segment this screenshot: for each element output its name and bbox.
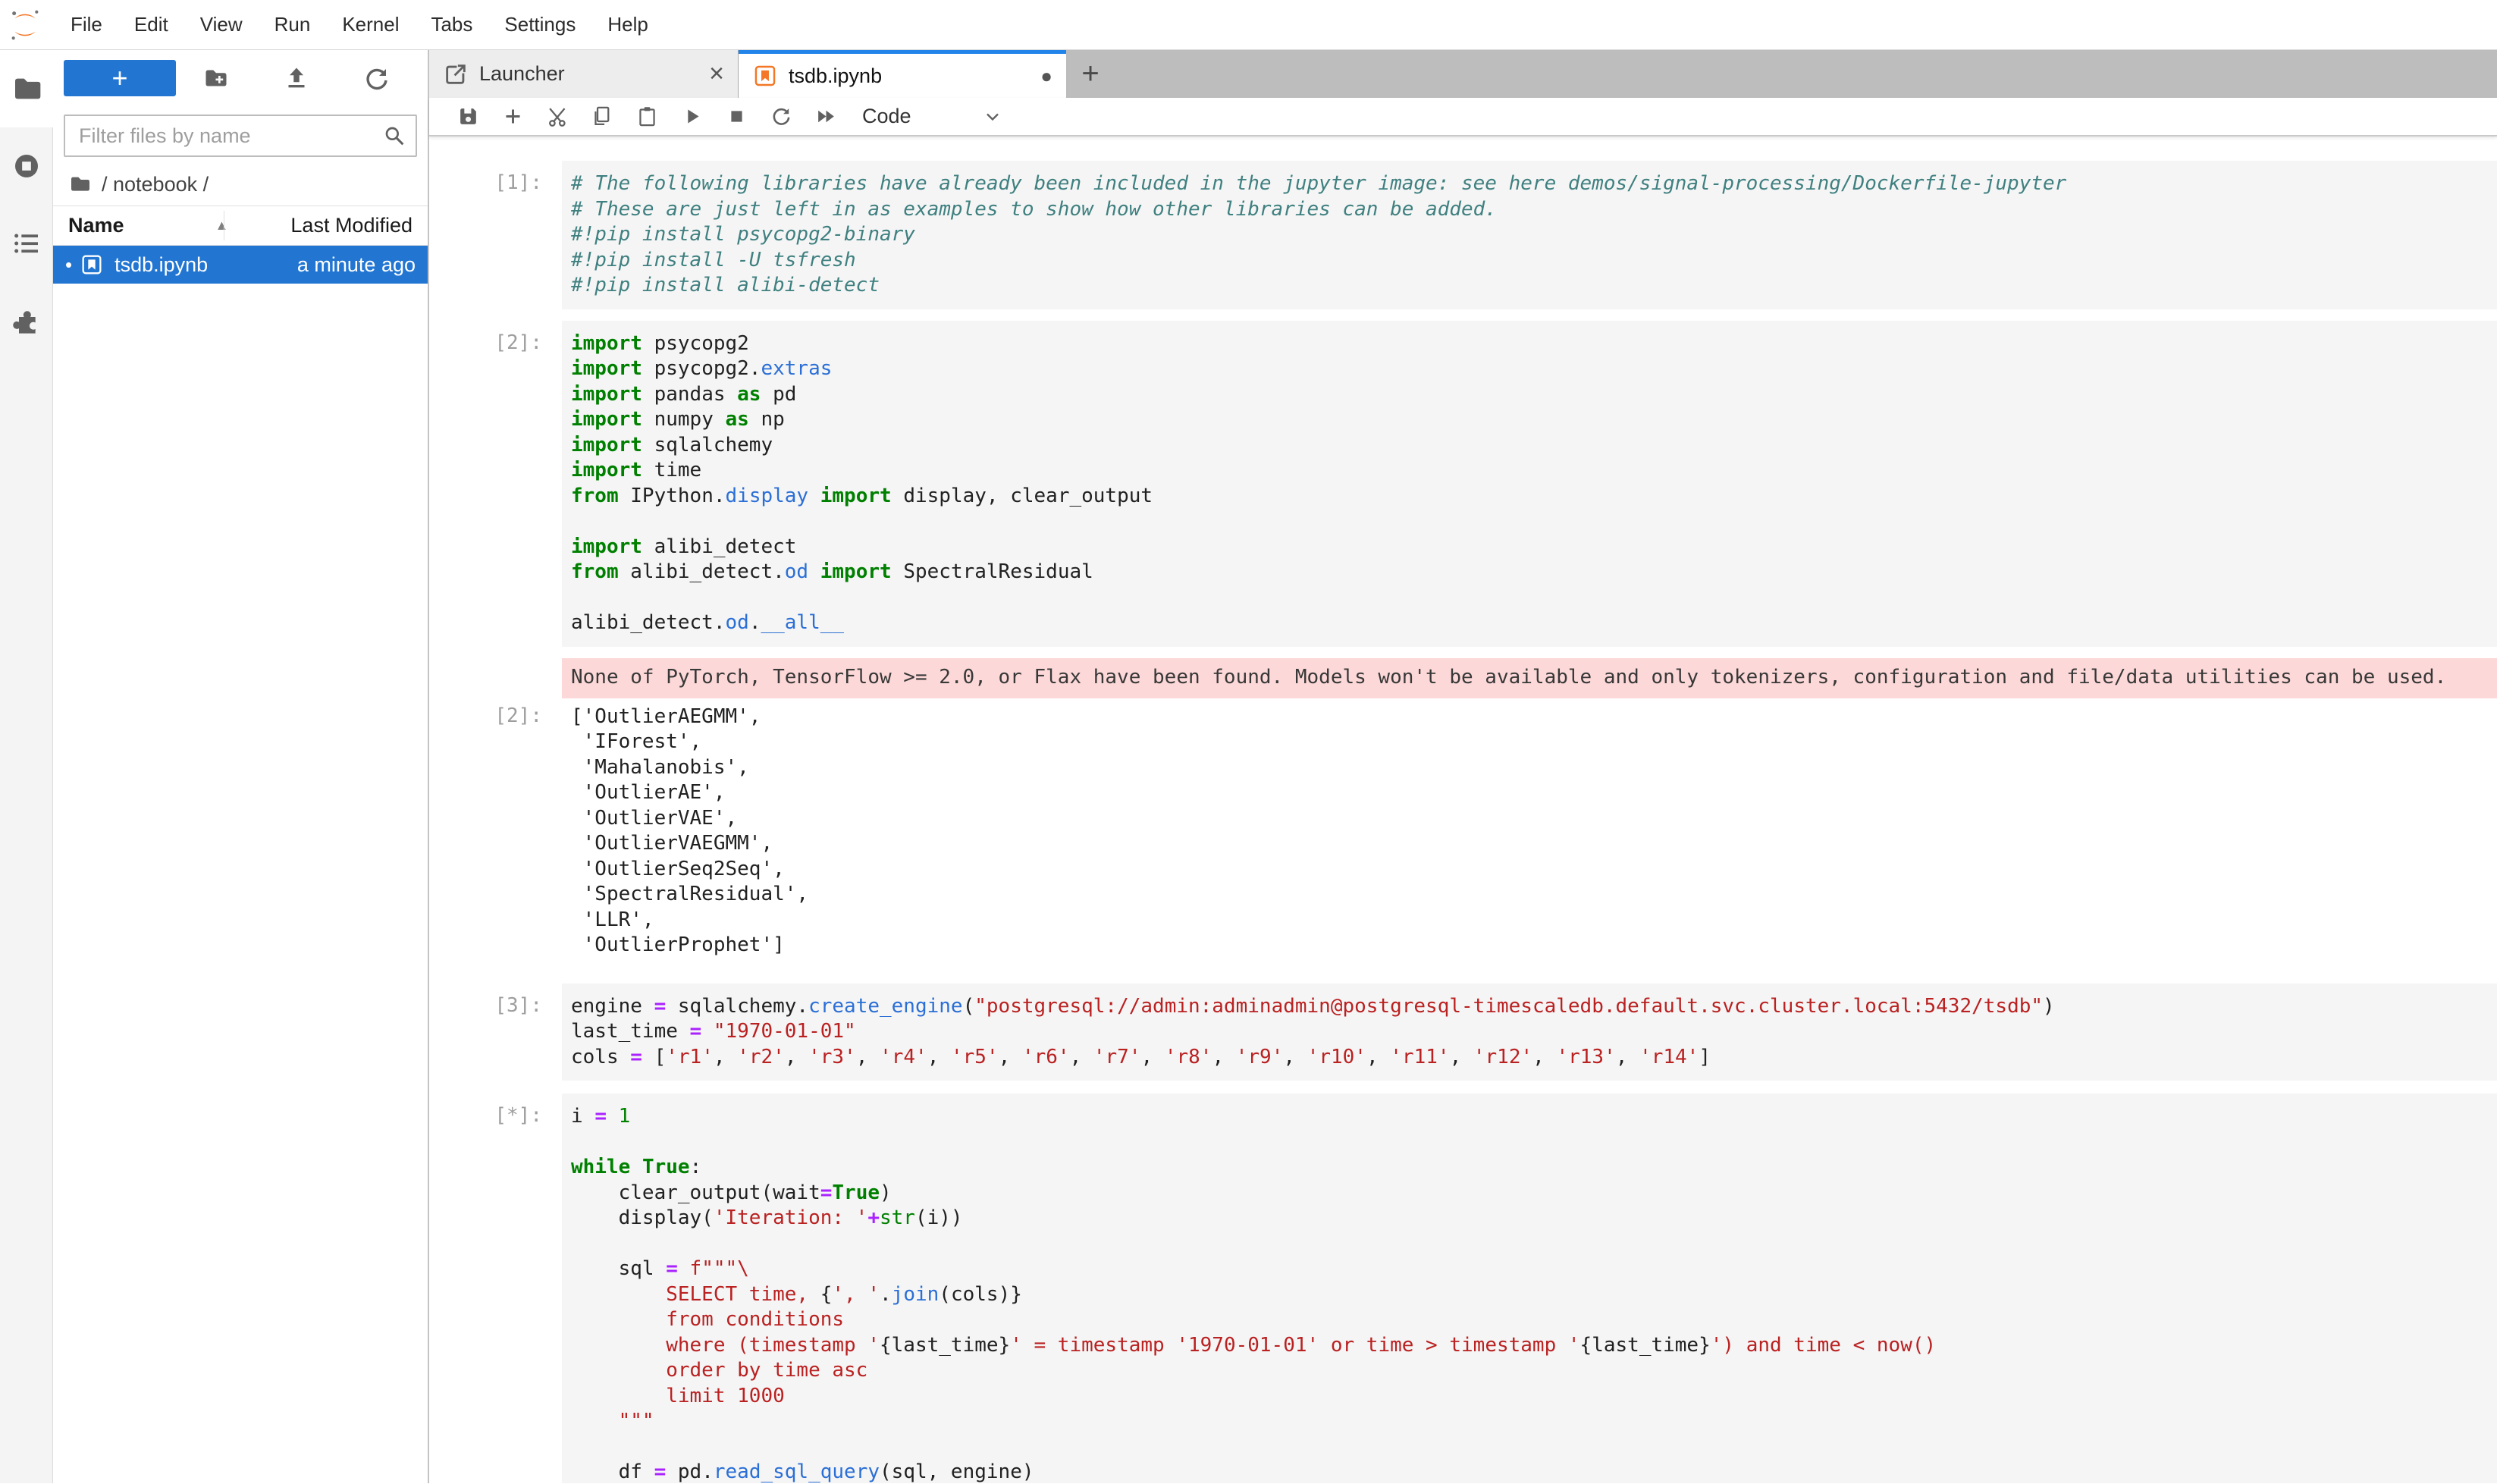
code-cell[interactable]: [3]:engine = sqlalchemy.create_engine("p… bbox=[429, 984, 2497, 1081]
file-listing-header: Name ▲ Last Modified bbox=[53, 206, 428, 246]
menu-item-settings[interactable]: Settings bbox=[488, 13, 591, 36]
running-indicator-dot: • bbox=[65, 253, 72, 277]
home-folder-icon bbox=[68, 172, 93, 196]
menu-item-run[interactable]: Run bbox=[259, 13, 327, 36]
code-lines: # The following libraries have already b… bbox=[571, 171, 2497, 299]
search-icon bbox=[382, 124, 406, 148]
refresh-icon bbox=[363, 64, 391, 92]
cell-type-dropdown[interactable] bbox=[971, 98, 1015, 136]
close-tab-icon[interactable]: × bbox=[709, 59, 724, 89]
run-all-icon bbox=[814, 105, 838, 128]
run-icon bbox=[680, 105, 704, 128]
launcher-icon bbox=[443, 61, 469, 87]
menu-items: FileEditViewRunKernelTabsSettingsHelp bbox=[55, 13, 664, 36]
file-browser-toolbar: + bbox=[53, 50, 428, 104]
code-cell[interactable]: [1]:# The following libraries have alrea… bbox=[429, 161, 2497, 309]
jupyter-logo-icon bbox=[8, 8, 42, 42]
cell-type-select[interactable]: Code bbox=[862, 105, 911, 128]
copy-icon bbox=[591, 105, 614, 128]
notebook-file-icon bbox=[80, 253, 104, 277]
file-modified-time: a minute ago bbox=[297, 253, 416, 277]
menu-item-file[interactable]: File bbox=[55, 13, 118, 36]
top-menu-bar: FileEditViewRunKernelTabsSettingsHelp bbox=[0, 0, 2497, 50]
paste-icon bbox=[635, 105, 659, 128]
folder-icon bbox=[11, 74, 42, 104]
add-cell-button[interactable] bbox=[491, 98, 535, 136]
copy-cells-button[interactable] bbox=[580, 98, 625, 136]
notebook-toolbar: Code bbox=[429, 98, 2497, 136]
menu-item-edit[interactable]: Edit bbox=[118, 13, 184, 36]
list-icon bbox=[11, 228, 42, 259]
restart-run-all-button[interactable] bbox=[804, 98, 849, 136]
input-prompt: [2]: bbox=[429, 321, 562, 647]
breadcrumb-path: / notebook / bbox=[102, 173, 209, 196]
filter-files-input[interactable] bbox=[64, 115, 417, 157]
menu-item-help[interactable]: Help bbox=[591, 13, 663, 36]
notebook-cells: [1]:# The following libraries have alrea… bbox=[429, 136, 2497, 1483]
unsaved-changes-dot[interactable]: ● bbox=[1040, 64, 1052, 88]
output-text: ['OutlierAEGMM', 'IForest', 'Mahalanobis… bbox=[562, 704, 808, 958]
input-prompt: [*]: bbox=[429, 1093, 562, 1483]
sidebar-item-extensions[interactable] bbox=[0, 282, 52, 359]
cell-editor[interactable]: import psycopg2 import psycopg2.extras i… bbox=[562, 321, 2497, 647]
cut-cells-button[interactable] bbox=[535, 98, 580, 136]
file-name: tsdb.ipynb bbox=[114, 253, 208, 277]
notebook-tab-icon bbox=[752, 63, 778, 89]
file-browser-panel: + bbox=[53, 50, 429, 1483]
cell-editor[interactable]: i = 1 while True: clear_output(wait=True… bbox=[562, 1093, 2497, 1483]
main-dock-panel: Launcher × tsdb.ipynb ● + bbox=[429, 50, 2497, 1483]
file-row-selected[interactable]: • tsdb.ipynb a minute ago bbox=[53, 246, 428, 284]
cell-editor[interactable]: # The following libraries have already b… bbox=[562, 161, 2497, 309]
code-lines: engine = sqlalchemy.create_engine("postg… bbox=[571, 994, 2497, 1071]
sort-ascending-icon: ▲ bbox=[215, 218, 229, 234]
restart-kernel-button[interactable] bbox=[759, 98, 804, 136]
add-cell-icon bbox=[501, 105, 525, 128]
tab-notebook-active[interactable]: tsdb.ipynb ● bbox=[739, 50, 1066, 98]
puzzle-icon bbox=[11, 306, 42, 336]
new-folder-icon bbox=[202, 64, 230, 92]
filter-files-container bbox=[64, 115, 417, 157]
save-icon bbox=[456, 105, 480, 128]
left-sidebar-strip bbox=[0, 50, 53, 1483]
menu-item-tabs[interactable]: Tabs bbox=[415, 13, 488, 36]
column-header-last-modified[interactable]: Last Modified bbox=[290, 214, 413, 237]
refresh-file-list-button[interactable] bbox=[337, 60, 417, 96]
new-launcher-button[interactable]: + bbox=[64, 60, 176, 96]
tab-label: tsdb.ipynb bbox=[789, 64, 882, 88]
stderr-output: None of PyTorch, TensorFlow >= 2.0, or F… bbox=[562, 658, 2497, 698]
paste-cells-button[interactable] bbox=[625, 98, 670, 136]
restart-icon bbox=[770, 105, 793, 128]
menu-item-view[interactable]: View bbox=[184, 13, 259, 36]
sidebar-item-table-of-contents[interactable] bbox=[0, 205, 52, 282]
input-prompt: [1]: bbox=[429, 161, 562, 309]
stop-icon bbox=[725, 105, 748, 128]
column-header-name[interactable]: Name bbox=[68, 214, 124, 237]
new-folder-button[interactable] bbox=[176, 60, 256, 96]
code-cell[interactable]: [*]:i = 1 while True: clear_output(wait=… bbox=[429, 1093, 2497, 1483]
menu-item-kernel[interactable]: Kernel bbox=[326, 13, 415, 36]
upload-button[interactable] bbox=[256, 60, 337, 96]
cut-icon bbox=[546, 105, 569, 128]
chevron-down-icon bbox=[982, 106, 1003, 127]
execute-result-output: [2]:['OutlierAEGMM', 'IForest', 'Mahalan… bbox=[429, 704, 2497, 958]
input-prompt: [3]: bbox=[429, 984, 562, 1081]
code-lines: i = 1 while True: clear_output(wait=True… bbox=[571, 1104, 2497, 1483]
run-cell-button[interactable] bbox=[670, 98, 714, 136]
stop-circle-icon bbox=[11, 151, 42, 181]
new-tab-button[interactable]: + bbox=[1066, 50, 1115, 98]
tab-label: Launcher bbox=[479, 62, 565, 86]
breadcrumb[interactable]: / notebook / bbox=[53, 162, 428, 206]
tab-launcher[interactable]: Launcher × bbox=[429, 50, 739, 98]
interrupt-kernel-button[interactable] bbox=[714, 98, 759, 136]
cell-editor[interactable]: engine = sqlalchemy.create_engine("postg… bbox=[562, 984, 2497, 1081]
sidebar-item-running-kernels[interactable] bbox=[0, 127, 52, 205]
tab-bar: Launcher × tsdb.ipynb ● + bbox=[429, 50, 2497, 98]
sidebar-item-filebrowser[interactable] bbox=[0, 50, 53, 127]
save-button[interactable] bbox=[446, 98, 491, 136]
code-lines: import psycopg2 import psycopg2.extras i… bbox=[571, 331, 2497, 636]
output-prompt: [2]: bbox=[429, 704, 562, 958]
code-cell[interactable]: [2]:import psycopg2 import psycopg2.extr… bbox=[429, 321, 2497, 647]
upload-icon bbox=[283, 64, 310, 92]
